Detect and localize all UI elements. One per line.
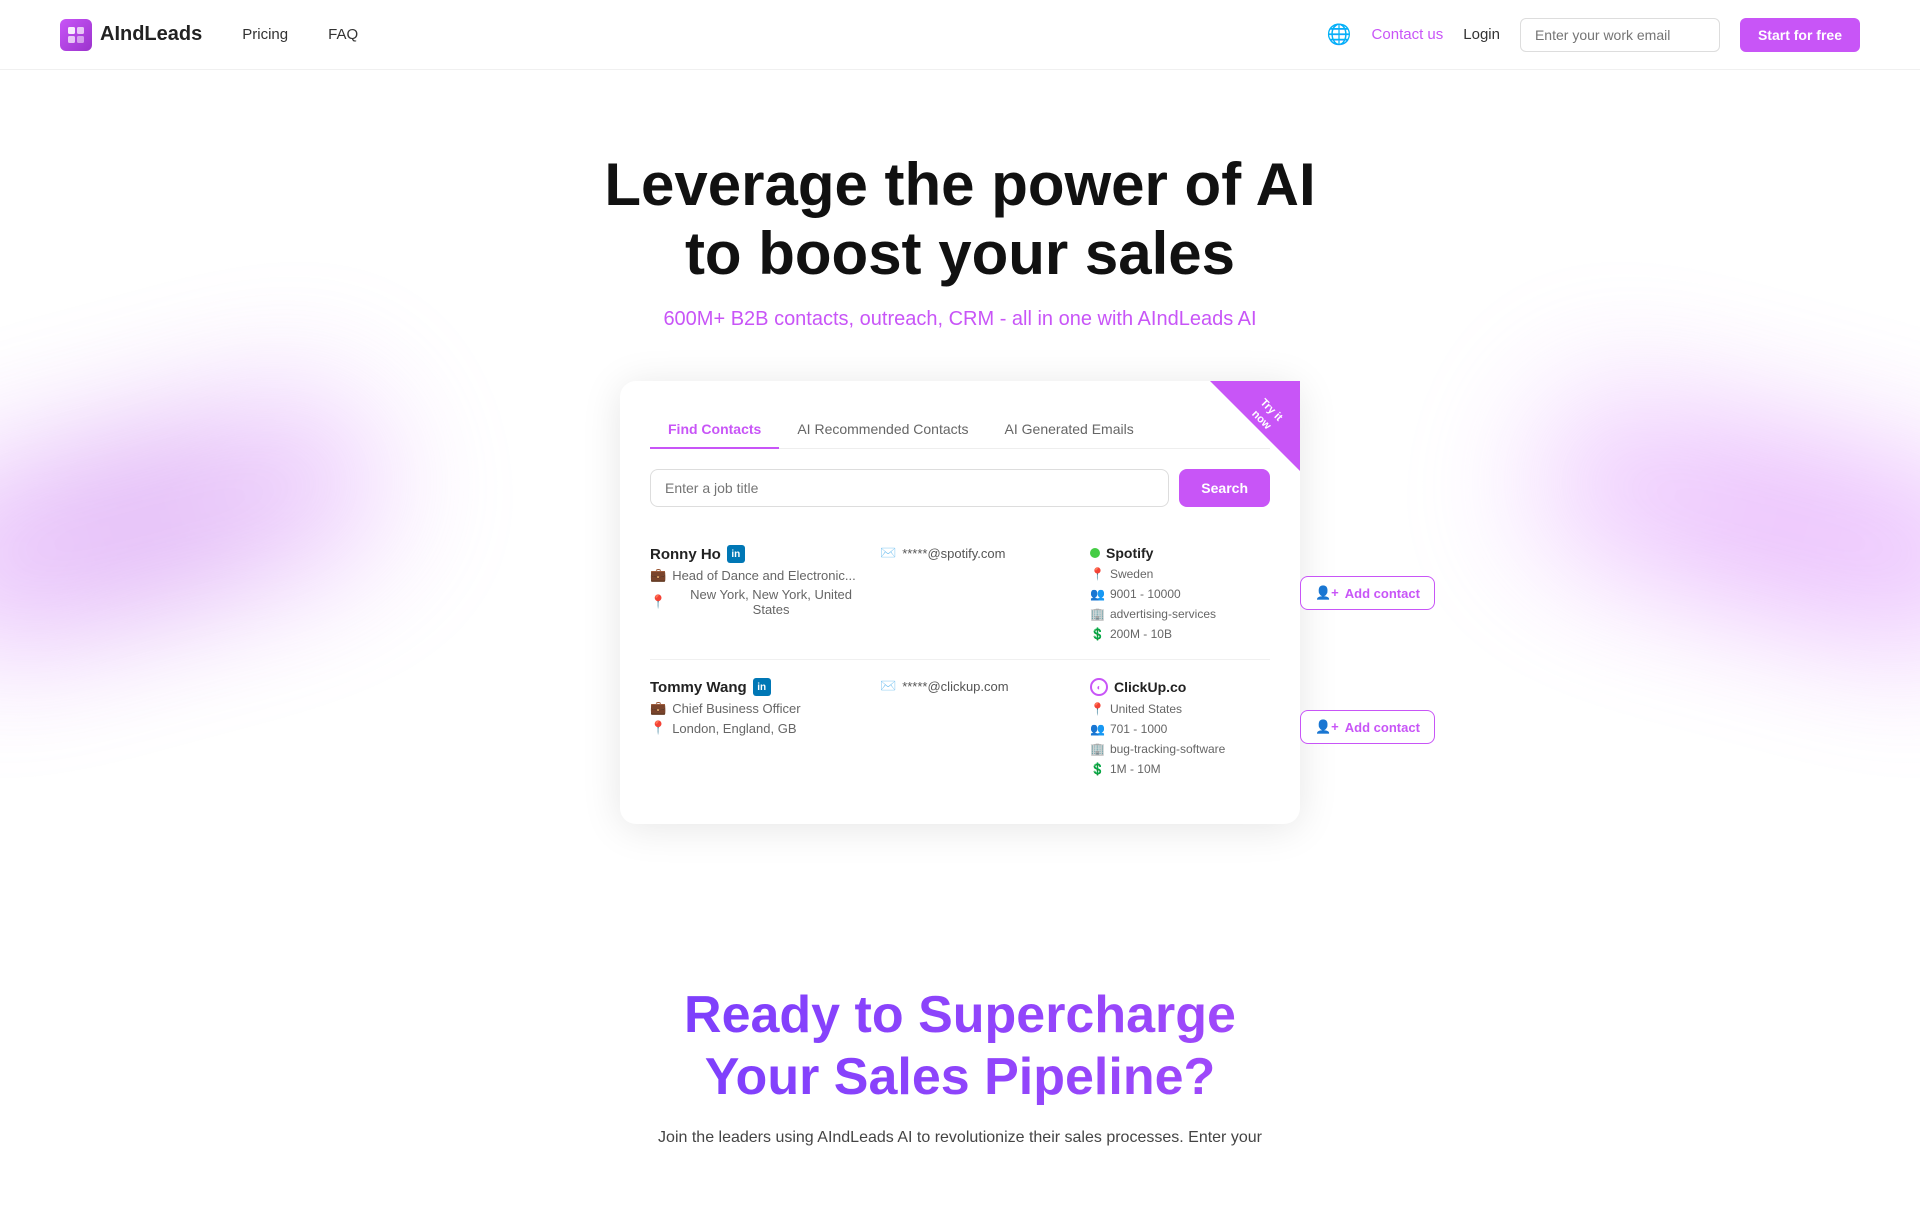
email-row-2: ✉️ *****@clickup.com xyxy=(880,678,1080,694)
logo-text: AIndLeads xyxy=(100,23,202,46)
job-title-input[interactable] xyxy=(650,469,1169,507)
company-revenue-1: 💲 200M - 10B xyxy=(1090,627,1290,641)
nav-email-input[interactable] xyxy=(1520,18,1720,52)
people-icon-2: 👥 xyxy=(1090,722,1105,736)
contact-name-2: Tommy Wang in xyxy=(650,678,870,696)
map-icon-2: 📍 xyxy=(1090,702,1105,716)
company-industry-1: 🏢 advertising-services xyxy=(1090,607,1290,621)
start-free-button[interactable]: Start for free xyxy=(1740,18,1860,52)
add-icon-1: 👤+ xyxy=(1315,585,1339,601)
contact-name-1: Ronny Ho in xyxy=(650,545,870,563)
add-contact-button-2[interactable]: 👤+ Add contact xyxy=(1300,710,1435,744)
try-badge-text: Try itnow xyxy=(1235,384,1298,447)
contact-title-1: 💼 Head of Dance and Electronic... xyxy=(650,567,870,583)
tabs: Find Contacts AI Recommended Contacts AI… xyxy=(650,411,1270,449)
company-col-2: ◐ ClickUp.co 📍 United States 👥 701 - 100… xyxy=(1090,678,1290,776)
add-contact-button-1[interactable]: 👤+ Add contact xyxy=(1300,576,1435,610)
building-icon-2: 🏢 xyxy=(1090,742,1105,756)
bottom-section: Ready to Supercharge Your Sales Pipeline… xyxy=(0,904,1920,1207)
contact-title-2: 💼 Chief Business Officer xyxy=(650,700,870,716)
map-icon-1: 📍 xyxy=(1090,567,1105,581)
company-name-2: ◐ ClickUp.co xyxy=(1090,678,1290,696)
contacts-card: Try itnow Find Contacts AI Recommended C… xyxy=(620,381,1300,824)
login-link[interactable]: Login xyxy=(1463,26,1500,43)
money-icon-1: 💲 xyxy=(1090,627,1105,641)
company-col-1: Spotify 📍 Sweden 👥 9001 - 10000 🏢 advert… xyxy=(1090,545,1290,641)
add-icon-2: 👤+ xyxy=(1315,719,1339,735)
hero-subtitle: 600M+ B2B contacts, outreach, CRM - all … xyxy=(20,308,1900,331)
contact-location-2: 📍 London, England, GB xyxy=(650,720,870,736)
people-icon-1: 👥 xyxy=(1090,587,1105,601)
logo[interactable]: AIndLeads xyxy=(60,19,202,51)
contact-link[interactable]: Contact us xyxy=(1372,26,1444,43)
briefcase-icon-1: 💼 xyxy=(650,567,666,583)
nav-pricing[interactable]: Pricing xyxy=(242,26,288,43)
nav-faq[interactable]: FAQ xyxy=(328,26,358,43)
email-icon-2: ✉️ xyxy=(880,678,896,694)
company-country-2: 📍 United States xyxy=(1090,702,1290,716)
building-icon-1: 🏢 xyxy=(1090,607,1105,621)
email-col-2: ✉️ *****@clickup.com xyxy=(880,678,1080,694)
active-dot-1 xyxy=(1090,548,1100,558)
search-row: Search xyxy=(650,469,1270,507)
card-wrapper: Try itnow Find Contacts AI Recommended C… xyxy=(20,381,1900,884)
bottom-title: Ready to Supercharge Your Sales Pipeline… xyxy=(20,984,1900,1109)
logo-icon xyxy=(60,19,92,51)
nav-right: 🌐 Contact us Login Start for free xyxy=(1327,18,1860,52)
table-row: Ronny Ho in 💼 Head of Dance and Electron… xyxy=(650,527,1270,660)
email-icon-1: ✉️ xyxy=(880,545,896,561)
table-row: Tommy Wang in 💼 Chief Business Officer 📍… xyxy=(650,660,1270,794)
company-industry-2: 🏢 bug-tracking-software xyxy=(1090,742,1290,756)
bottom-description: Join the leaders using AIndLeads AI to r… xyxy=(610,1129,1310,1147)
search-button[interactable]: Search xyxy=(1179,469,1270,507)
email-row-1: ✉️ *****@spotify.com xyxy=(880,545,1080,561)
tab-ai-recommended[interactable]: AI Recommended Contacts xyxy=(779,411,986,449)
company-name-1: Spotify xyxy=(1090,545,1290,561)
linkedin-icon-1[interactable]: in xyxy=(727,545,745,563)
location-icon-2: 📍 xyxy=(650,720,666,736)
hero-section: Leverage the power of AI to boost your s… xyxy=(0,70,1920,904)
contact-location-1: 📍 New York, New York, United States xyxy=(650,587,870,617)
location-icon-1: 📍 xyxy=(650,594,666,610)
try-badge-ribbon[interactable]: Try itnow xyxy=(1210,381,1300,471)
tab-ai-emails[interactable]: AI Generated Emails xyxy=(987,411,1152,449)
company-revenue-2: 💲 1M - 10M xyxy=(1090,762,1290,776)
company-size-2: 👥 701 - 1000 xyxy=(1090,722,1290,736)
linkedin-icon-2[interactable]: in xyxy=(753,678,771,696)
money-icon-2: 💲 xyxy=(1090,762,1105,776)
tab-find-contacts[interactable]: Find Contacts xyxy=(650,411,779,449)
email-col-1: ✉️ *****@spotify.com xyxy=(880,545,1080,561)
navbar: AIndLeads Pricing FAQ 🌐 Contact us Login… xyxy=(0,0,1920,70)
contact-info-2: Tommy Wang in 💼 Chief Business Officer 📍… xyxy=(650,678,870,736)
contact-info-1: Ronny Ho in 💼 Head of Dance and Electron… xyxy=(650,545,870,617)
nav-left: AIndLeads Pricing FAQ xyxy=(60,19,358,51)
hero-title: Leverage the power of AI to boost your s… xyxy=(20,150,1900,288)
clickup-icon-2: ◐ xyxy=(1090,678,1108,696)
company-country-1: 📍 Sweden xyxy=(1090,567,1290,581)
globe-icon[interactable]: 🌐 xyxy=(1327,22,1352,47)
briefcase-icon-2: 💼 xyxy=(650,700,666,716)
company-size-1: 👥 9001 - 10000 xyxy=(1090,587,1290,601)
